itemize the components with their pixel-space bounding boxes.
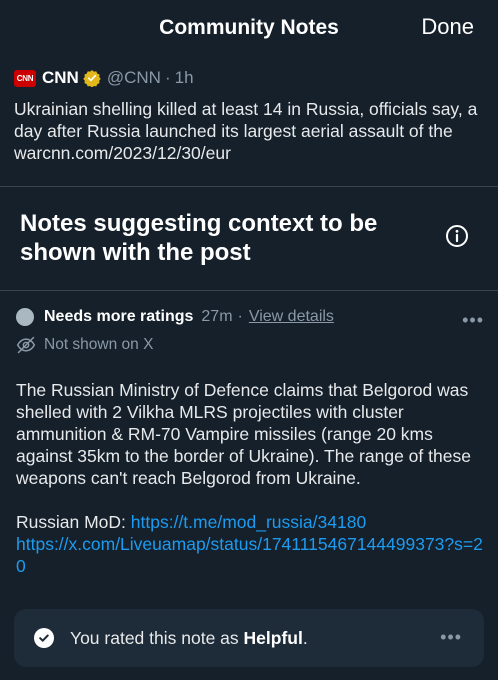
quoted-post[interactable]: CNN CNN @CNN · 1h Ukrainian shelling kil… xyxy=(14,66,484,164)
check-circle-icon xyxy=(34,628,54,648)
source-link-x[interactable]: https://x.com/Liveuamap/status/174111546… xyxy=(16,534,483,576)
divider xyxy=(0,290,498,291)
note-visibility: Not shown on X xyxy=(44,336,154,353)
post-author-row: CNN CNN @CNN · 1h xyxy=(14,66,484,90)
rating-prefix: You rated this note as xyxy=(70,627,239,648)
note-status: Needs more ratings xyxy=(44,308,194,325)
more-options-icon[interactable]: ••• xyxy=(462,310,484,331)
verified-badge-icon xyxy=(83,70,101,87)
post-time: 1h xyxy=(174,68,194,87)
post-text: Ukrainian shelling killed at least 14 in… xyxy=(14,99,478,163)
note-time: 27m xyxy=(201,308,233,325)
notes-section-heading: Notes suggesting context to be shown wit… xyxy=(20,210,378,266)
meta-separator: · xyxy=(164,68,171,87)
source-link-telegram[interactable]: https://t.me/mod_russia/34180 xyxy=(131,512,366,532)
eye-off-icon xyxy=(16,336,36,354)
rating-options-icon[interactable]: ••• xyxy=(440,627,462,648)
note-sources: Russian MoD: https://t.me/mod_russia/341… xyxy=(16,511,486,577)
source-label: Russian MoD: xyxy=(16,512,126,532)
view-details-link[interactable]: View details xyxy=(249,308,334,326)
cnn-logo[interactable]: CNN xyxy=(14,69,36,87)
info-icon[interactable] xyxy=(445,224,469,248)
divider xyxy=(0,186,498,187)
rating-confirmation: You rated this note as Helpful. ••• xyxy=(14,609,484,667)
status-dot-icon xyxy=(16,308,34,326)
top-bar: Community Notes Done xyxy=(0,0,498,54)
note-status-row: Needs more ratings 27m · View details xyxy=(16,304,486,330)
community-note: Needs more ratings 27m · View details ••… xyxy=(16,304,486,577)
rating-value: Helpful xyxy=(243,627,303,648)
author-handle: @CNN xyxy=(106,68,161,87)
meta-separator: · xyxy=(237,308,243,325)
done-button[interactable]: Done xyxy=(421,14,474,40)
note-body: The Russian Ministry of Defence claims t… xyxy=(16,380,471,488)
author-name[interactable]: CNN xyxy=(42,68,79,88)
note-visibility-row: Not shown on X xyxy=(16,332,486,358)
rating-text: You rated this note as Helpful. xyxy=(70,628,308,649)
rating-suffix: . xyxy=(302,627,308,648)
